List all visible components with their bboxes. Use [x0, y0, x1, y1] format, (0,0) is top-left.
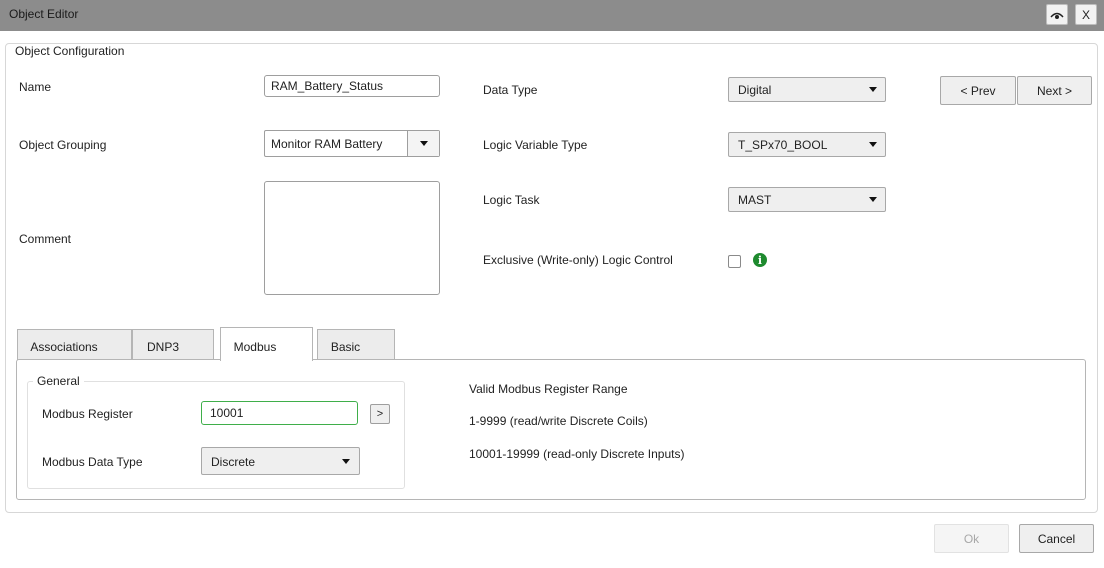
- modbus-register-go-button[interactable]: >: [370, 404, 390, 424]
- object-grouping-value: Monitor RAM Battery: [271, 137, 383, 151]
- next-button[interactable]: Next >: [1017, 76, 1092, 105]
- exclusive-logic-control-checkbox[interactable]: [728, 255, 741, 268]
- logic-variable-type-value: T_SPx70_BOOL: [738, 138, 828, 152]
- exclusive-logic-control-label: Exclusive (Write-only) Logic Control: [483, 253, 673, 267]
- chevron-down-icon: [869, 142, 877, 147]
- chevron-down-icon: [420, 141, 428, 146]
- register-range-inputs: 10001-19999 (read-only Discrete Inputs): [469, 447, 685, 461]
- cancel-button[interactable]: Cancel: [1019, 524, 1094, 553]
- logic-variable-type-select[interactable]: T_SPx70_BOOL: [728, 132, 886, 157]
- modbus-register-input[interactable]: 10001: [201, 401, 358, 425]
- chevron-down-icon: [869, 87, 877, 92]
- tab-dnp3[interactable]: DNP3: [132, 329, 214, 360]
- title-bar: Object Editor X: [0, 0, 1104, 31]
- general-legend: General: [33, 374, 84, 388]
- tab-modbus[interactable]: Modbus: [220, 327, 313, 361]
- info-icon[interactable]: i: [753, 253, 767, 267]
- close-button[interactable]: X: [1075, 4, 1097, 25]
- ok-button[interactable]: Ok: [934, 524, 1009, 553]
- eye-icon: [1050, 12, 1064, 19]
- object-grouping-dropdown-button[interactable]: [407, 131, 439, 156]
- chevron-right-icon: >: [376, 408, 384, 420]
- close-icon: X: [1081, 7, 1090, 22]
- modbus-data-type-select[interactable]: Discrete: [201, 447, 360, 475]
- comment-label: Comment: [19, 232, 72, 246]
- window-title: Object Editor: [9, 7, 79, 21]
- chevron-down-icon: [342, 459, 350, 464]
- register-range-title: Valid Modbus Register Range: [469, 382, 628, 396]
- name-field[interactable]: RAM_Battery_Status: [264, 75, 440, 97]
- register-range-coils: 1-9999 (read/write Discrete Coils): [469, 414, 648, 428]
- visibility-button[interactable]: [1046, 4, 1068, 25]
- modbus-register-label: Modbus Register: [42, 407, 133, 421]
- data-type-value: Digital: [738, 83, 772, 97]
- data-type-label: Data Type: [483, 83, 538, 97]
- data-type-select[interactable]: Digital: [728, 77, 886, 102]
- tab-basic[interactable]: Basic: [317, 329, 395, 360]
- modbus-data-type-label: Modbus Data Type: [42, 455, 143, 469]
- logic-variable-type-label: Logic Variable Type: [483, 138, 588, 152]
- object-grouping-select[interactable]: Monitor RAM Battery: [264, 130, 440, 157]
- tab-associations[interactable]: Associations: [17, 329, 132, 360]
- modbus-data-type-value: Discrete: [211, 455, 256, 469]
- object-grouping-label: Object Grouping: [19, 138, 107, 152]
- logic-task-select[interactable]: MAST: [728, 187, 886, 212]
- logic-task-label: Logic Task: [483, 193, 540, 207]
- logic-task-value: MAST: [738, 193, 772, 207]
- chevron-down-icon: [869, 197, 877, 202]
- object-configuration-legend: Object Configuration: [11, 44, 129, 58]
- comment-textarea[interactable]: [264, 181, 440, 295]
- prev-button[interactable]: < Prev: [940, 76, 1016, 105]
- name-label: Name: [19, 80, 52, 94]
